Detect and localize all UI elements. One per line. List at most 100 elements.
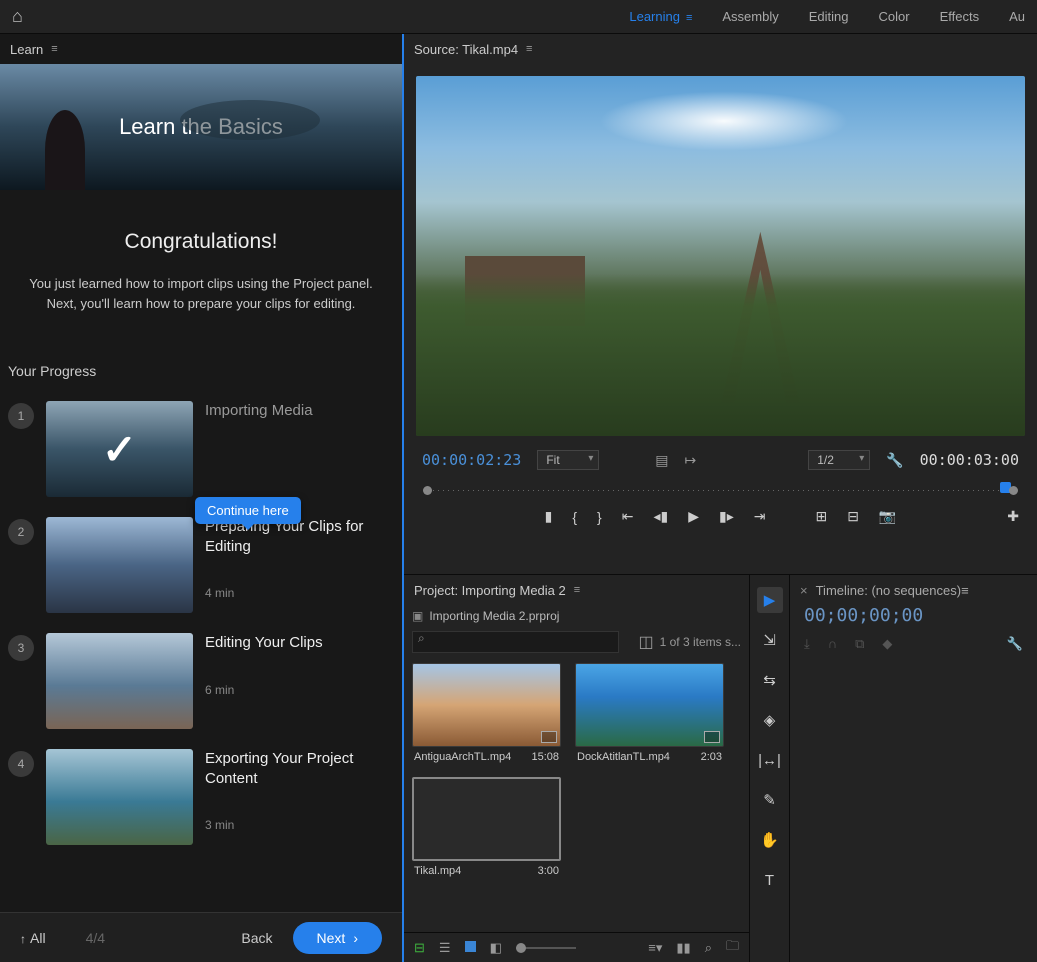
list-view-icon[interactable]: ☰ bbox=[439, 940, 451, 956]
lesson-item[interactable]: 3 Editing Your Clips 6 min bbox=[0, 623, 402, 739]
back-button[interactable]: Back bbox=[241, 930, 272, 946]
sort-icon[interactable]: ≡▾ bbox=[648, 940, 662, 956]
timeline-panel-header: × Timeline: (no sequences)≡ bbox=[790, 575, 1037, 605]
mark-in-icon[interactable]: { bbox=[572, 509, 577, 525]
in-out-icon[interactable]: ↦ bbox=[684, 452, 696, 469]
marker-icon[interactable]: ▮ bbox=[545, 508, 553, 525]
go-to-in-icon[interactable]: ⇤ bbox=[622, 508, 634, 525]
tools-panel: ▶ ⇲ ⇆ ◈ |↔| ✎ ✋ T bbox=[750, 575, 790, 962]
step-forward-icon[interactable]: ▮▸ bbox=[719, 508, 734, 525]
go-to-out-icon[interactable]: ⇥ bbox=[754, 508, 766, 525]
lock-icon[interactable]: ⊟ bbox=[414, 940, 425, 956]
thumbnail-size-slider[interactable] bbox=[516, 947, 576, 949]
lesson-item[interactable]: 4 Exporting Your Project Content 3 min bbox=[0, 739, 402, 855]
lesson-duration: 3 min bbox=[205, 818, 394, 832]
clip-duration: 15:08 bbox=[531, 751, 559, 763]
bin-icon: ▣ bbox=[412, 609, 423, 623]
hand-tool-icon[interactable]: ✋ bbox=[757, 827, 783, 853]
learn-panel-menu-icon[interactable]: ≡ bbox=[51, 43, 57, 55]
project-item[interactable]: Tikal.mp4 3:00 bbox=[412, 777, 561, 877]
lesson-duration: 4 min bbox=[205, 586, 394, 600]
workspace-audio[interactable]: Au bbox=[1009, 9, 1025, 24]
selection-count: 1 of 3 items s... bbox=[660, 635, 741, 649]
automate-icon[interactable]: ▮▮ bbox=[676, 940, 690, 956]
safe-margins-icon[interactable]: ▤ bbox=[655, 452, 668, 469]
icon-view-icon[interactable] bbox=[465, 940, 476, 955]
arrow-up-icon: ↑ bbox=[20, 932, 26, 946]
new-bin-icon[interactable]: 🗀 bbox=[726, 937, 739, 959]
timeline-panel-menu-icon[interactable]: ≡ bbox=[961, 583, 969, 598]
slip-tool-icon[interactable]: |↔| bbox=[757, 747, 783, 773]
close-icon[interactable]: × bbox=[800, 583, 808, 598]
transport-controls: ▮ { } ⇤ ◂▮ ▶ ▮▸ ⇥ ⊞ ⊟ 📷 ✚ bbox=[404, 502, 1037, 535]
lesson-thumbnail bbox=[46, 401, 193, 497]
clip-name: DockAtitlanTL.mp4 bbox=[577, 751, 670, 763]
lesson-title: Exporting Your Project Content bbox=[205, 749, 394, 788]
learn-hero: Learn the Basics bbox=[0, 64, 402, 190]
lesson-item[interactable]: 1 Importing Media bbox=[0, 391, 402, 507]
video-badge-icon bbox=[541, 731, 557, 743]
workspace-assembly[interactable]: Assembly bbox=[722, 9, 778, 24]
project-panel-menu-icon[interactable]: ≡ bbox=[574, 584, 580, 596]
find-icon[interactable]: ⌕ bbox=[705, 940, 712, 956]
lesson-title: Editing Your Clips bbox=[205, 633, 394, 653]
wrench-icon[interactable]: 🔧 bbox=[1007, 636, 1023, 652]
selection-tool-icon[interactable]: ▶ bbox=[757, 587, 783, 613]
timeline-timecode[interactable]: 00;00;00;00 bbox=[790, 605, 1037, 626]
workspace-effects[interactable]: Effects bbox=[940, 9, 980, 24]
zoom-fit-dropdown[interactable]: Fit bbox=[537, 450, 599, 470]
lesson-count: 4/4 bbox=[86, 930, 105, 946]
clip-name: AntiguaArchTL.mp4 bbox=[414, 751, 511, 763]
playhead-timecode[interactable]: 00:00:02:23 bbox=[422, 451, 521, 469]
snap-icon[interactable]: ∩ bbox=[828, 636, 837, 652]
video-badge-icon bbox=[704, 731, 720, 743]
all-button[interactable]: ↑All bbox=[20, 930, 46, 946]
congrats-title: Congratulations! bbox=[20, 230, 382, 254]
export-frame-icon[interactable]: 📷 bbox=[879, 508, 896, 525]
clip-duration: 3:00 bbox=[538, 865, 559, 877]
continue-here-tooltip: Continue here bbox=[195, 497, 301, 524]
source-preview[interactable] bbox=[416, 76, 1025, 436]
insert-mode-icon[interactable]: ⤓ bbox=[804, 636, 810, 652]
type-tool-icon[interactable]: T bbox=[757, 867, 783, 893]
workspace-learning[interactable]: Learning≡ bbox=[629, 9, 692, 24]
source-panel-header: Source: Tikal.mp4≡ bbox=[404, 34, 1037, 64]
mark-out-icon[interactable]: } bbox=[597, 509, 602, 525]
lesson-thumbnail bbox=[46, 517, 193, 613]
lesson-item[interactable]: Continue here 2 Preparing Your Clips for… bbox=[0, 507, 402, 623]
workspace-color[interactable]: Color bbox=[879, 9, 910, 24]
step-back-icon[interactable]: ◂▮ bbox=[653, 508, 668, 525]
marker-icon[interactable]: ◆ bbox=[882, 636, 892, 652]
track-select-tool-icon[interactable]: ⇲ bbox=[757, 627, 783, 653]
project-search-input[interactable] bbox=[412, 631, 619, 653]
pen-tool-icon[interactable]: ✎ bbox=[757, 787, 783, 813]
lesson-thumbnail bbox=[46, 633, 193, 729]
overwrite-icon[interactable]: ⊟ bbox=[847, 508, 859, 525]
workspace-editing[interactable]: Editing bbox=[809, 9, 849, 24]
search-icon: ⌕ bbox=[418, 631, 425, 646]
freeform-view-icon[interactable]: ◧ bbox=[490, 940, 502, 956]
clip-name: Tikal.mp4 bbox=[414, 865, 461, 877]
source-panel-menu-icon[interactable]: ≡ bbox=[526, 43, 532, 55]
home-icon[interactable]: ⌂ bbox=[12, 6, 23, 27]
filter-bin-icon[interactable]: ◫ bbox=[639, 632, 654, 652]
project-panel-header: Project: Importing Media 2≡ bbox=[404, 575, 749, 605]
linked-selection-icon[interactable]: ⧉ bbox=[855, 636, 864, 652]
ripple-edit-tool-icon[interactable]: ⇆ bbox=[757, 667, 783, 693]
resolution-dropdown[interactable]: 1/2 bbox=[808, 450, 870, 470]
add-button-icon[interactable]: ✚ bbox=[1007, 508, 1019, 525]
lesson-duration: 6 min bbox=[205, 683, 394, 697]
lesson-number: 2 bbox=[8, 519, 34, 545]
scrubber[interactable] bbox=[420, 482, 1021, 498]
workspace-menu-icon[interactable]: ≡ bbox=[686, 12, 692, 24]
next-button[interactable]: Next› bbox=[293, 922, 382, 954]
progress-heading: Your Progress bbox=[0, 333, 402, 391]
play-icon[interactable]: ▶ bbox=[688, 508, 699, 525]
settings-icon[interactable]: 🔧 bbox=[886, 452, 903, 469]
project-item[interactable]: AntiguaArchTL.mp4 15:08 bbox=[412, 663, 561, 763]
clip-duration: 2:03 bbox=[701, 751, 722, 763]
project-item[interactable]: DockAtitlanTL.mp4 2:03 bbox=[575, 663, 724, 763]
lesson-thumbnail bbox=[46, 749, 193, 845]
razor-tool-icon[interactable]: ◈ bbox=[757, 707, 783, 733]
insert-icon[interactable]: ⊞ bbox=[815, 508, 827, 525]
